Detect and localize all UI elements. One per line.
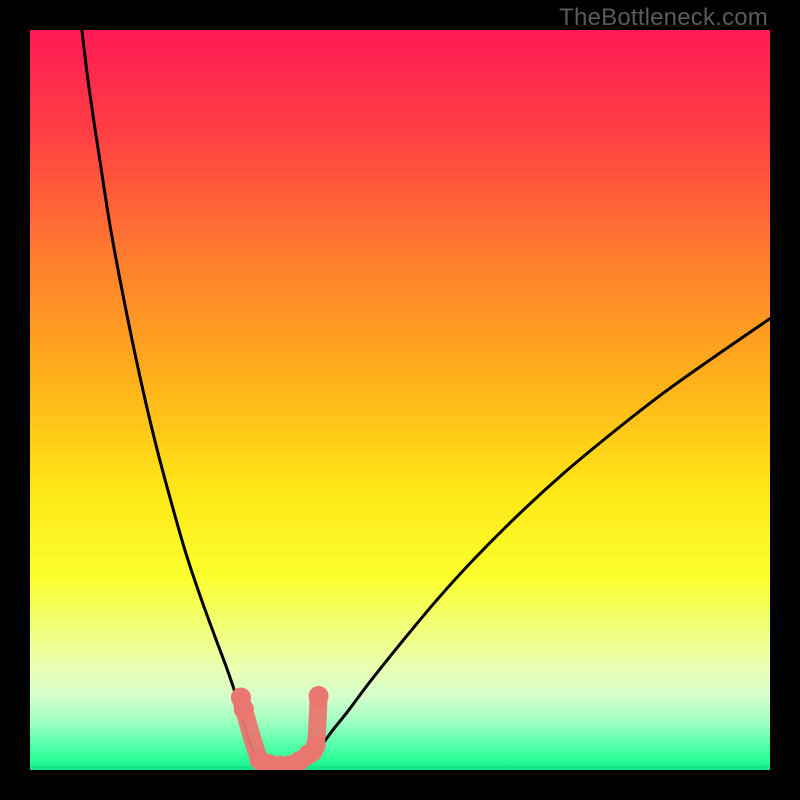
gradient-background <box>30 30 770 770</box>
watermark-text: TheBottleneck.com <box>559 4 768 32</box>
valley-marker-dot <box>309 686 329 706</box>
valley-marker-dot <box>306 736 326 756</box>
baseline <box>30 766 770 770</box>
valley-marker-dot <box>234 699 254 719</box>
chart-frame: TheBottleneck.com <box>0 0 800 800</box>
chart-svg <box>30 30 770 770</box>
plot-area <box>30 30 770 770</box>
